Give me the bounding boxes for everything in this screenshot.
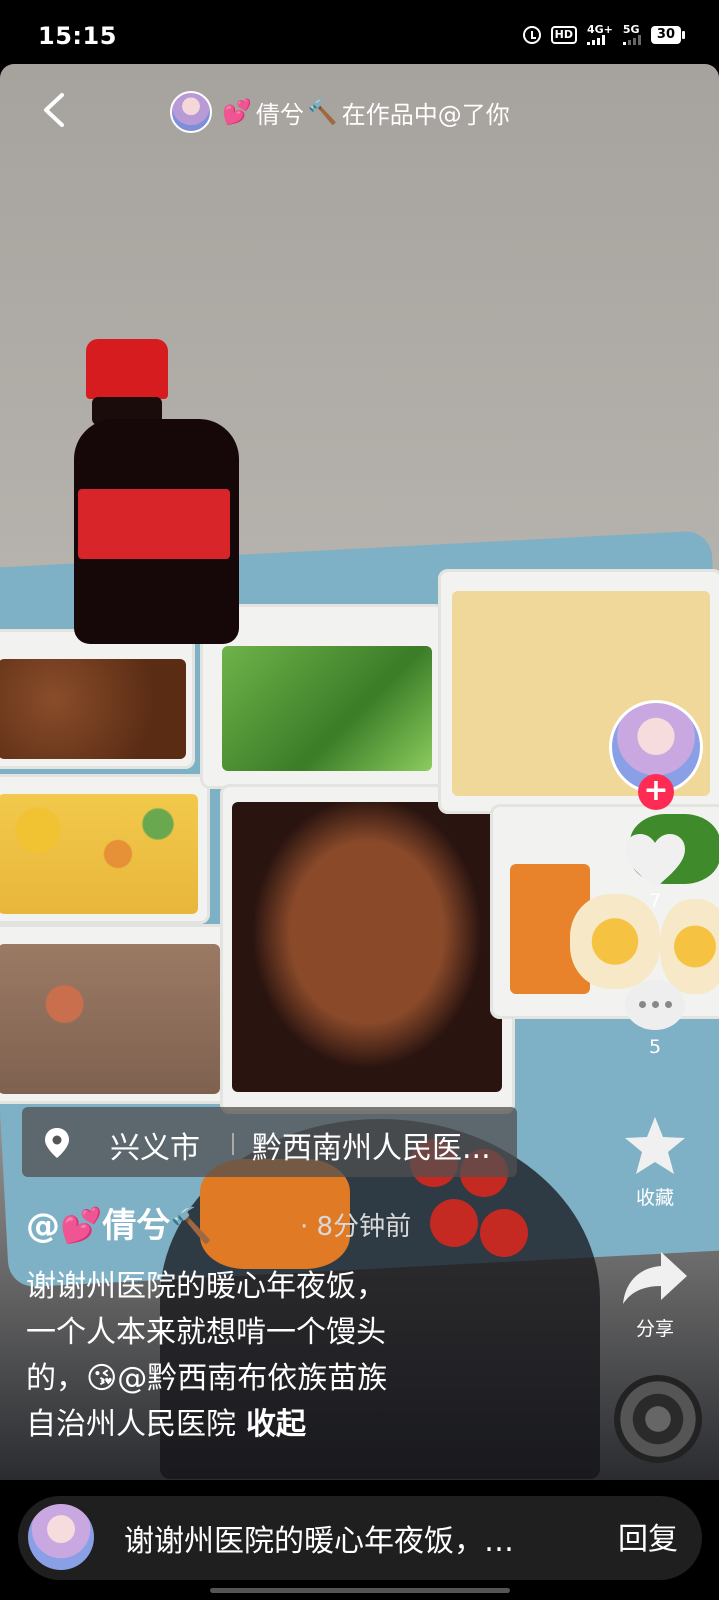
avatar[interactable] bbox=[170, 91, 212, 133]
star-icon bbox=[625, 1117, 685, 1174]
like-button[interactable]: 7 bbox=[610, 832, 700, 912]
back-arrow-icon[interactable] bbox=[40, 92, 70, 128]
favorite-button[interactable]: 收藏 bbox=[610, 1115, 700, 1210]
post-time: · 8分钟前 bbox=[300, 1212, 412, 1242]
food-box-pork bbox=[0, 629, 195, 769]
mention-title[interactable]: 💕 倩兮 🔨 在作品中@了你 bbox=[170, 90, 510, 134]
heart-icon: 💕 bbox=[222, 98, 252, 126]
hammer-icon: 🔨 bbox=[307, 98, 338, 126]
home-indicator[interactable] bbox=[210, 1588, 510, 1593]
favorite-label: 收藏 bbox=[635, 1187, 674, 1209]
location-pin-icon bbox=[45, 1128, 69, 1158]
mention-text: 在作品中@了你 bbox=[341, 100, 510, 129]
caption-line: 一个人本来就想啃一个馒头 bbox=[26, 1315, 386, 1350]
caption-line: 的，😘@黔西南布依族苗族 bbox=[26, 1361, 388, 1396]
caption-line: 谢谢州医院的暖心年夜饭， bbox=[26, 1269, 386, 1304]
status-bar: 15:15 HD 4G+ 5G 30 bbox=[0, 0, 719, 64]
share-icon bbox=[623, 1252, 687, 1304]
post-caption: 谢谢州医院的暖心年夜饭， 一个人本来就想啃一个馒头 的，😘@黔西南布依族苗族 自… bbox=[26, 1264, 586, 1448]
hd-badge: HD bbox=[550, 25, 577, 44]
alarm-icon bbox=[522, 25, 541, 44]
follow-button[interactable]: + bbox=[638, 774, 674, 810]
collapse-button[interactable]: 收起 bbox=[246, 1407, 306, 1442]
comment-icon bbox=[625, 980, 685, 1030]
comment-button[interactable]: 5 bbox=[610, 980, 700, 1058]
music-disc-icon[interactable] bbox=[614, 1375, 702, 1463]
location-city: 兴义市 bbox=[110, 1131, 200, 1166]
status-icons: HD 4G+ 5G 30 bbox=[522, 24, 686, 45]
heart-icon bbox=[625, 834, 685, 888]
comment-count: 5 bbox=[648, 1036, 662, 1058]
location-place: 黔西南州人民医... bbox=[252, 1131, 491, 1166]
signal-5g-icon: 5G bbox=[622, 24, 641, 45]
battery-icon: 30 bbox=[650, 25, 686, 44]
food-box-mince bbox=[0, 924, 230, 1104]
divider bbox=[232, 1133, 234, 1155]
reply-preview: 谢谢州医院的暖心年夜饭，… bbox=[124, 1524, 514, 1559]
status-time: 15:15 bbox=[38, 22, 117, 50]
like-count: 7 bbox=[648, 890, 662, 912]
food-box-corn bbox=[0, 774, 210, 924]
share-label: 分享 bbox=[635, 1318, 674, 1340]
top-nav: 💕 倩兮 🔨 在作品中@了你 bbox=[0, 64, 719, 156]
signal-4g-icon: 4G+ bbox=[587, 24, 613, 45]
share-button[interactable]: 分享 bbox=[610, 1250, 700, 1341]
reply-button[interactable]: 回复 bbox=[618, 1514, 678, 1558]
cola-bottle bbox=[74, 339, 239, 644]
location-chip[interactable]: 兴义市 黔西南州人民医... bbox=[22, 1107, 517, 1177]
reply-input[interactable]: 谢谢州医院的暖心年夜饭，… 回复 bbox=[18, 1496, 702, 1580]
caption-line: 自治州人民医院 bbox=[26, 1407, 236, 1442]
food-box-braised-pork bbox=[220, 784, 515, 1114]
author-name: 倩兮 bbox=[255, 100, 304, 129]
author-handle[interactable]: @💕倩兮🔨 bbox=[26, 1198, 213, 1247]
bottom-bar: 谢谢州医院的暖心年夜饭，… 回复 bbox=[0, 1480, 719, 1600]
avatar bbox=[28, 1504, 94, 1570]
